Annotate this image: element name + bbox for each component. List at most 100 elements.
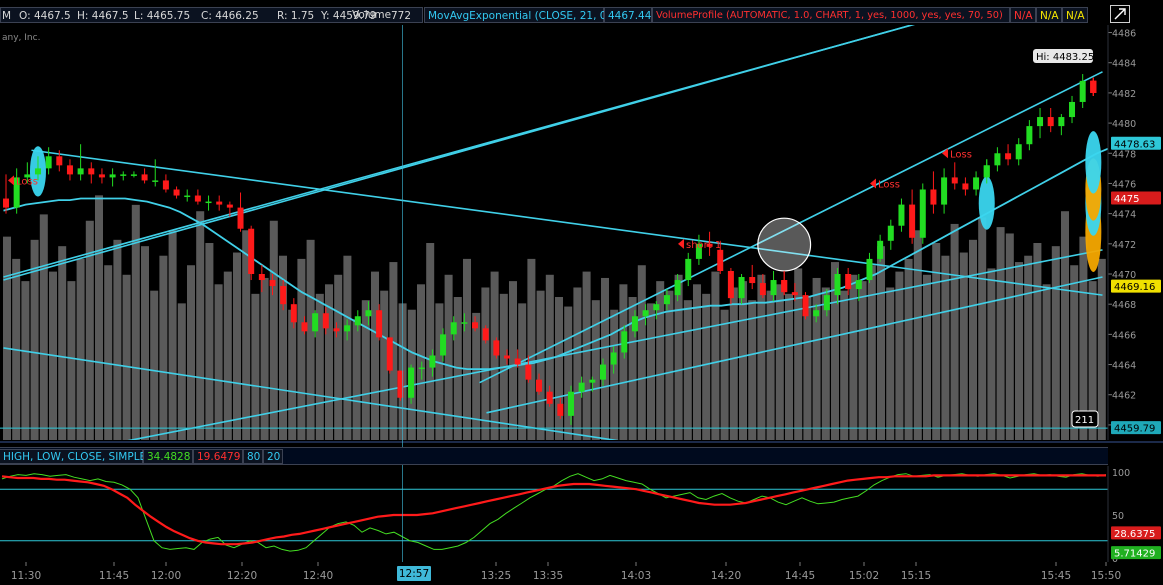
annotation-arrow [678,238,684,249]
candle-body [269,280,276,287]
volume-bar [729,287,738,440]
candle-body [450,322,457,335]
candle-body [770,280,777,296]
volume-bar [187,265,195,440]
candle-body [589,379,596,383]
oval-marker [978,176,995,230]
volume-bar [251,293,260,440]
time-label: 15:15 [901,570,931,582]
volume-bar [1005,233,1014,440]
time-axis: 11:30 11:45 12:00 12:20 12:40 12:57 13:25 13:35… [11,562,1121,582]
volume-bar [601,277,609,440]
candle-body [909,204,916,238]
candle-body [472,322,479,329]
candle-body [642,310,649,317]
price-tick-label: 4484 [1112,59,1136,70]
candle-body [130,174,137,176]
chart-canvas[interactable]: any, Inc. Loss short 1 Loss Loss 4486 4484 44… [0,0,1163,585]
volume-bar [1015,262,1023,440]
volume-bar [141,246,149,440]
volume-bar [518,303,527,440]
volume-bar [683,300,692,440]
volume-bar [785,293,793,440]
time-label: 13:25 [481,570,511,582]
candle-body [109,174,116,178]
candle-body [429,355,436,368]
volume-bar [150,290,159,440]
volume-bar [775,284,784,440]
time-label: 14:03 [621,570,651,582]
candle-body [685,258,692,281]
candle-body [845,274,852,290]
oscillator-tick-label: 50 [1112,511,1124,522]
volume-bar [67,281,76,440]
candle-body [727,270,734,299]
candle-body [887,225,894,241]
volume-bar [1079,236,1088,440]
volume-bar [269,220,278,440]
candle-body [258,274,265,281]
volume-bar [665,290,674,440]
candle-body [1069,101,1076,118]
volume-bar [481,287,490,440]
volume-bar [159,255,168,440]
stoch-d-value: 19.6479 [193,449,243,464]
candle-body [376,310,383,338]
candle-body [290,304,297,323]
candle-body [802,295,809,317]
candle-body [951,177,958,184]
candle-body [322,313,329,329]
candle-body [312,313,319,332]
volume-bar [536,290,545,440]
volume-bar [895,271,904,440]
candle-body [386,337,393,371]
volume-bar [555,297,563,440]
volume-bar [21,281,30,440]
candle-body [855,280,862,290]
candle-body [248,228,255,274]
oscillator-tag-label: 5.71429 [1114,549,1155,560]
volume-bar [122,274,131,440]
annotation-label: Loss [950,149,972,160]
candle-body [621,331,628,353]
candle-body [77,168,84,175]
volume-bar [288,309,297,440]
company-fragment: any, Inc. [2,33,40,43]
volume-bar [582,271,591,440]
time-label: 13:35 [533,570,563,582]
candle-body [834,274,841,296]
oscillator-panel: 10050028.63755.71429 [0,466,1161,565]
volume-badge: 211 [1075,415,1094,426]
candle-body [610,352,617,365]
volume-bar [352,319,361,440]
volume-bar [1024,255,1033,440]
volume-bar [619,284,628,440]
volume-bar [223,271,232,440]
volume-bar [941,255,950,440]
candle-body [653,304,660,311]
time-label: 15:02 [849,570,879,582]
oscillator-label[interactable]: HIGH, LOW, CLOSE, SIMPLE) [0,449,150,464]
candle-body [162,180,169,190]
candle-body [1047,117,1054,127]
volume-bar [177,303,186,440]
volume-bar [913,230,922,440]
annotation-arrow [8,175,14,186]
oscillator-header: HIGH, LOW, CLOSE, SIMPLE) 34.4828 19.647… [0,447,1108,465]
candle-body [226,204,233,208]
candle-body [1015,144,1022,160]
volume-bar [637,265,646,440]
volume-bar [1042,284,1051,440]
time-label: 11:30 [11,570,41,582]
volume-bar [867,265,876,440]
candle-body [546,391,553,404]
oscillator-tag-label: 28.6375 [1114,529,1155,540]
candle-body [205,201,212,204]
volume-bar [463,258,471,440]
candle-body [1005,153,1012,160]
price-tick-label: 4468 [1112,300,1136,311]
volume-bar [1033,242,1042,440]
candle-body [674,280,681,296]
price-tick-label: 4480 [1112,119,1136,130]
price-tick-label: 4466 [1112,330,1136,341]
